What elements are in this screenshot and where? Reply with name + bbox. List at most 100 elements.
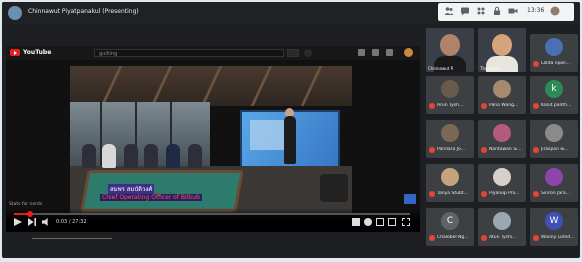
mic-muted-icon bbox=[481, 235, 487, 241]
participant-name: Lalita npoil... bbox=[541, 61, 570, 66]
meeting-top-bar: Chinnawut Piyatpanakul (Presenting) 13:3… bbox=[2, 2, 580, 24]
presenter-name: Chinnawut Piyatpanakul (Presenting) bbox=[28, 8, 139, 15]
theater-mode-icon[interactable] bbox=[388, 218, 396, 226]
scene-audience-member bbox=[102, 144, 116, 168]
notifications-icon[interactable] bbox=[386, 49, 393, 56]
youtube-logo-icon[interactable] bbox=[10, 49, 20, 56]
participant-avatar bbox=[441, 80, 459, 98]
participant-avatar: W bbox=[545, 212, 563, 230]
stats-label: Stats for nerds bbox=[9, 202, 43, 207]
lower-third-title: Chief Operating Officer of Bitkub bbox=[100, 194, 202, 201]
volume-icon[interactable] bbox=[42, 218, 48, 226]
mic-icon[interactable] bbox=[304, 49, 312, 57]
participant-tile[interactable]: Atun Tyshi... bbox=[478, 208, 526, 246]
search-input[interactable]: guilling bbox=[94, 49, 284, 57]
participant-tile[interactable]: Pana Wong... bbox=[478, 76, 526, 114]
participant-avatar bbox=[493, 168, 511, 186]
mic-muted-icon bbox=[533, 191, 539, 197]
participant-avatar: C bbox=[441, 212, 459, 230]
participant-tile[interactable]: k Kanit panth... bbox=[530, 76, 578, 114]
gear-icon[interactable] bbox=[364, 218, 372, 226]
participant-video-tile[interactable]: Thanakorn bbox=[478, 28, 526, 72]
scene-audience-member bbox=[124, 144, 138, 168]
lower-third-name: สมพร สมบัติวงศ์ bbox=[108, 184, 155, 194]
meeting-toolbar: 13:36 bbox=[438, 3, 574, 21]
avatar-icon[interactable] bbox=[550, 6, 560, 16]
progress-scrubber[interactable] bbox=[26, 211, 33, 217]
participant-tile[interactable]: Lalita npoil... bbox=[530, 34, 578, 72]
miniplayer-icon[interactable] bbox=[376, 218, 384, 226]
apps-icon[interactable] bbox=[372, 49, 379, 56]
scene-audience-member bbox=[166, 144, 180, 168]
participant-name: Thanakorn bbox=[480, 66, 502, 71]
participant-name: Chalobel Ng... bbox=[437, 235, 469, 240]
participant-initial: W bbox=[549, 216, 559, 226]
mic-muted-icon bbox=[533, 103, 539, 109]
participant-avatar bbox=[545, 168, 563, 186]
create-icon[interactable] bbox=[358, 49, 365, 56]
participant-tile[interactable]: W Wanny Lomd... bbox=[530, 208, 578, 246]
clock: 13:36 bbox=[527, 7, 545, 14]
youtube-brand[interactable]: YouTube bbox=[23, 49, 51, 56]
participant-avatar: k bbox=[545, 80, 563, 98]
camera-icon[interactable] bbox=[508, 6, 518, 16]
participant-name: Wanny Lomd... bbox=[541, 235, 575, 240]
chat-icon[interactable] bbox=[460, 6, 470, 16]
participant-name: Piyanop Pro... bbox=[489, 191, 520, 196]
mic-muted-icon bbox=[429, 103, 435, 109]
play-icon[interactable] bbox=[14, 218, 22, 226]
participant-name: Chinnawut P. bbox=[428, 66, 454, 71]
meeting-window: Chinnawut Piyatpanakul (Presenting) 13:3… bbox=[2, 2, 580, 258]
participant-name: Jiraspon w... bbox=[541, 147, 568, 152]
scene-audience-member bbox=[82, 144, 96, 168]
scene-screen-image bbox=[250, 120, 286, 150]
participant-name: Siriron Jara... bbox=[541, 191, 570, 196]
participant-name: Parillara Jo... bbox=[437, 147, 465, 152]
mic-muted-icon bbox=[481, 191, 487, 197]
participant-tile[interactable]: C Chalobel Ng... bbox=[426, 208, 474, 246]
mic-muted-icon bbox=[533, 147, 539, 153]
participant-avatar bbox=[493, 212, 511, 230]
activities-icon[interactable] bbox=[476, 6, 486, 16]
participant-tile[interactable]: Nantawan Si... bbox=[478, 120, 526, 158]
participant-avatar bbox=[545, 124, 563, 142]
scene-audience-member bbox=[144, 144, 158, 168]
participant-tile[interactable]: Arun Tysh... bbox=[426, 76, 474, 114]
participant-name: Nantawan Si... bbox=[489, 147, 522, 152]
participant-tile[interactable]: Tanya Stubt... bbox=[426, 164, 474, 202]
fullscreen-icon[interactable] bbox=[402, 218, 410, 226]
mic-muted-icon bbox=[481, 103, 487, 109]
next-icon[interactable] bbox=[28, 218, 36, 226]
participant-tile[interactable]: Jiraspon w... bbox=[530, 120, 578, 158]
video-frame[interactable]: สมพร สมบัติวงศ์ Chief Operating Officer … bbox=[70, 66, 352, 214]
mic-muted-icon bbox=[533, 61, 539, 67]
search-button[interactable] bbox=[287, 49, 299, 57]
youtube-avatar[interactable] bbox=[404, 48, 413, 57]
participant-face bbox=[492, 34, 512, 56]
participant-tile[interactable]: Siriron Jara... bbox=[530, 164, 578, 202]
side-panel-button[interactable] bbox=[404, 194, 416, 204]
participants-grid: Chinnawut P. Thanakorn Lalita npoil... Arun… bbox=[422, 24, 580, 258]
scene-presenter bbox=[284, 116, 296, 164]
participant-name: Arun Tysh... bbox=[437, 103, 464, 108]
participant-name: Pana Wong... bbox=[489, 103, 519, 108]
mic-muted-icon bbox=[429, 147, 435, 153]
player-controls: 0:03 / 27:32 bbox=[6, 208, 420, 232]
participant-avatar bbox=[545, 38, 563, 56]
participant-initial: C bbox=[446, 216, 454, 226]
lock-icon[interactable] bbox=[492, 6, 502, 16]
progress-bar[interactable] bbox=[14, 211, 410, 217]
divider bbox=[32, 238, 112, 239]
participant-tile[interactable]: Piyanop Pro... bbox=[478, 164, 526, 202]
presenter-avatar bbox=[8, 6, 22, 20]
mic-muted-icon bbox=[533, 235, 539, 241]
participant-tile[interactable]: Parillara Jo... bbox=[426, 120, 474, 158]
participant-video-tile[interactable]: Chinnawut P. bbox=[426, 28, 474, 72]
participant-avatar bbox=[441, 124, 459, 142]
mic-muted-icon bbox=[429, 191, 435, 197]
people-icon[interactable] bbox=[444, 6, 454, 16]
captions-icon[interactable] bbox=[352, 218, 360, 226]
time-display: 0:03 / 27:32 bbox=[56, 219, 87, 225]
participant-name: Tanya Stubt... bbox=[437, 191, 468, 196]
youtube-masthead: YouTube guilling bbox=[6, 46, 420, 60]
